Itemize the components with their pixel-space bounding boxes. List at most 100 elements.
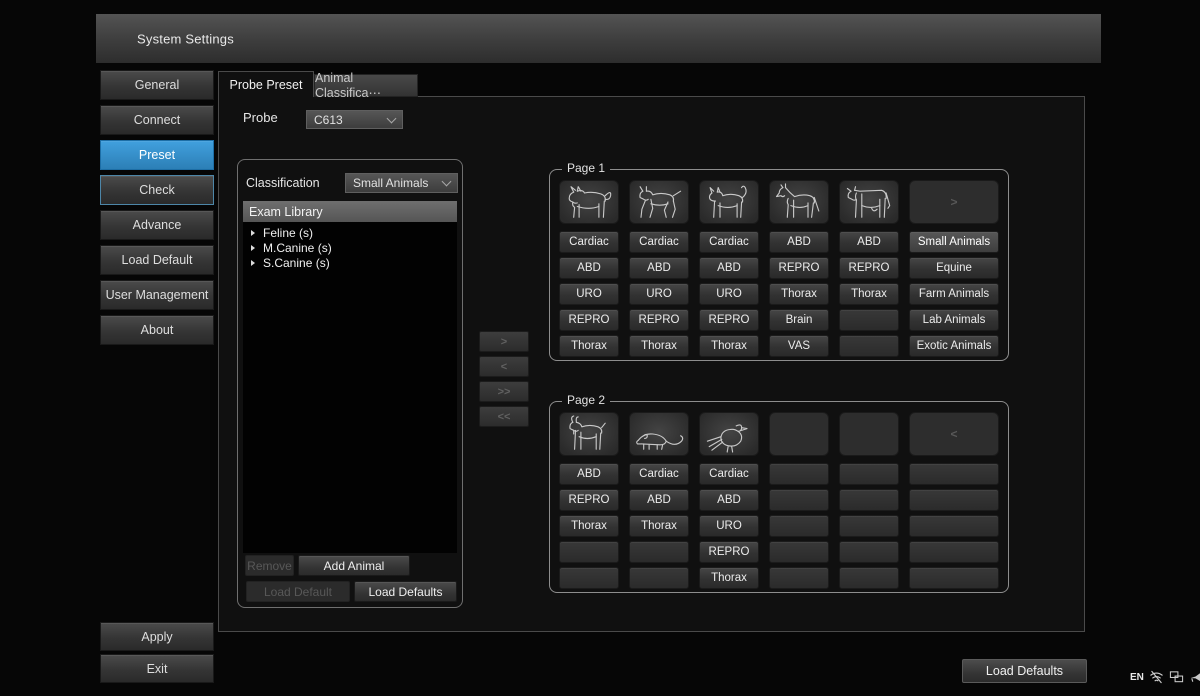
move-all-left-button[interactable]: <<: [479, 406, 529, 427]
exam-slot[interactable]: [629, 541, 689, 563]
exam-button-repro[interactable]: REPRO: [559, 309, 619, 331]
category-button-farm-animals[interactable]: Farm Animals: [909, 283, 999, 305]
exam-button-thorax[interactable]: Thorax: [629, 515, 689, 537]
exam-button-abd[interactable]: ABD: [559, 463, 619, 485]
exam-slot[interactable]: [559, 567, 619, 589]
exam-button-cardiac[interactable]: Cardiac: [629, 231, 689, 253]
exam-button-thorax[interactable]: Thorax: [839, 283, 899, 305]
exam-button-thorax[interactable]: Thorax: [559, 335, 619, 357]
exam-button-repro[interactable]: REPRO: [699, 541, 759, 563]
next-page-button[interactable]: >: [909, 180, 999, 224]
load-defaults-button[interactable]: Load Defaults: [354, 581, 457, 602]
exam-slot[interactable]: [839, 489, 899, 511]
apply-button[interactable]: Apply: [100, 622, 214, 651]
empty-icon-tile[interactable]: [769, 412, 829, 456]
exam-button-repro[interactable]: REPRO: [839, 257, 899, 279]
horse-tile[interactable]: [769, 180, 829, 224]
exam-slot[interactable]: [839, 515, 899, 537]
category-button-exotic-animals[interactable]: Exotic Animals: [909, 335, 999, 357]
dual-display-icon: [1169, 670, 1184, 684]
exam-button-thorax[interactable]: Thorax: [629, 335, 689, 357]
move-right-button[interactable]: >: [479, 331, 529, 352]
exam-button-repro[interactable]: REPRO: [699, 309, 759, 331]
exam-button-thorax[interactable]: Thorax: [769, 283, 829, 305]
category-slot[interactable]: [909, 515, 999, 537]
sidebar-item-about[interactable]: About: [100, 315, 214, 345]
exam-button-abd[interactable]: ABD: [699, 489, 759, 511]
tab-probe-preset[interactable]: Probe Preset: [218, 71, 314, 97]
classification-select[interactable]: Small Animals: [345, 173, 458, 193]
exam-slot[interactable]: [769, 489, 829, 511]
exam-slot[interactable]: [769, 541, 829, 563]
exam-button-cardiac[interactable]: Cardiac: [699, 231, 759, 253]
footer-load-defaults-button[interactable]: Load Defaults: [962, 659, 1087, 683]
prev-page-button[interactable]: <: [909, 412, 999, 456]
exam-button-thorax[interactable]: Thorax: [559, 515, 619, 537]
move-left-button[interactable]: <: [479, 356, 529, 377]
sidebar-item-connect[interactable]: Connect: [100, 105, 214, 135]
exam-slot[interactable]: [839, 541, 899, 563]
sidebar-item-load-default[interactable]: Load Default: [100, 245, 214, 275]
sidebar-item-advance[interactable]: Advance: [100, 210, 214, 240]
exam-slot[interactable]: [839, 309, 899, 331]
tree-item-s-canine-s[interactable]: S.Canine (s): [243, 256, 457, 271]
exam-button-uro[interactable]: URO: [559, 283, 619, 305]
probe-select[interactable]: C613: [306, 110, 403, 129]
tree-item-m-canine-s[interactable]: M.Canine (s): [243, 241, 457, 256]
cat-tile[interactable]: [699, 180, 759, 224]
exam-button-repro[interactable]: REPRO: [769, 257, 829, 279]
exam-button-abd[interactable]: ABD: [559, 257, 619, 279]
exam-library-list[interactable]: Feline (s)M.Canine (s)S.Canine (s): [243, 222, 457, 553]
exam-button-repro[interactable]: REPRO: [559, 489, 619, 511]
exam-button-abd[interactable]: ABD: [629, 489, 689, 511]
add-animal-button[interactable]: Add Animal: [298, 555, 410, 576]
exam-button-abd[interactable]: ABD: [769, 231, 829, 253]
category-button-small-animals[interactable]: Small Animals: [909, 231, 999, 253]
rat-tile[interactable]: [629, 412, 689, 456]
exam-button-abd[interactable]: ABD: [699, 257, 759, 279]
category-button-equine[interactable]: Equine: [909, 257, 999, 279]
sidebar-item-preset[interactable]: Preset: [100, 140, 214, 170]
exam-button-cardiac[interactable]: Cardiac: [629, 463, 689, 485]
sidebar-item-user-management[interactable]: User Management: [100, 280, 214, 310]
category-slot[interactable]: [909, 489, 999, 511]
exam-button-uro[interactable]: URO: [699, 283, 759, 305]
goat-tile[interactable]: [559, 412, 619, 456]
sidebar-item-check[interactable]: Check: [100, 175, 214, 205]
category-slot[interactable]: [909, 463, 999, 485]
exam-slot[interactable]: [769, 515, 829, 537]
exam-slot[interactable]: [769, 567, 829, 589]
exam-slot[interactable]: [839, 335, 899, 357]
category-slot[interactable]: [909, 567, 999, 589]
exam-slot[interactable]: [769, 463, 829, 485]
exam-button-thorax[interactable]: Thorax: [699, 335, 759, 357]
move-all-right-button[interactable]: >>: [479, 381, 529, 402]
tab-animal-classifica[interactable]: Animal Classifica⋯: [314, 74, 418, 97]
category-slot[interactable]: [909, 541, 999, 563]
exam-button-vas[interactable]: VAS: [769, 335, 829, 357]
exam-slot[interactable]: [839, 463, 899, 485]
exam-button-cardiac[interactable]: Cardiac: [559, 231, 619, 253]
exam-button-uro[interactable]: URO: [699, 515, 759, 537]
exam-button-uro[interactable]: URO: [629, 283, 689, 305]
exam-button-thorax[interactable]: Thorax: [699, 567, 759, 589]
exam-slot[interactable]: [559, 541, 619, 563]
exam-button-cardiac[interactable]: Cardiac: [699, 463, 759, 485]
empty-icon-tile[interactable]: [839, 412, 899, 456]
exam-button-abd[interactable]: ABD: [839, 231, 899, 253]
load-default-button[interactable]: Load Default: [246, 581, 350, 602]
sidebar-item-general[interactable]: General: [100, 70, 214, 100]
exam-slot[interactable]: [629, 567, 689, 589]
bird-tile[interactable]: [699, 412, 759, 456]
exam-button-abd[interactable]: ABD: [629, 257, 689, 279]
cow-tile[interactable]: [839, 180, 899, 224]
exam-button-repro[interactable]: REPRO: [629, 309, 689, 331]
tree-item-feline-s[interactable]: Feline (s): [243, 226, 457, 241]
dog-fluffy-tile[interactable]: [559, 180, 619, 224]
dog-walking-tile[interactable]: [629, 180, 689, 224]
category-button-lab-animals[interactable]: Lab Animals: [909, 309, 999, 331]
remove-button[interactable]: Remove: [245, 555, 294, 576]
exam-button-brain[interactable]: Brain: [769, 309, 829, 331]
exam-slot[interactable]: [839, 567, 899, 589]
exit-button[interactable]: Exit: [100, 654, 214, 683]
